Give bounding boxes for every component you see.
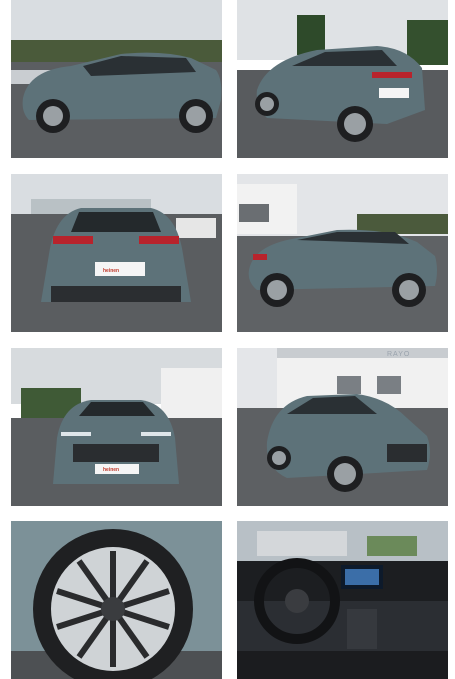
- photo-front-view[interactable]: heinen: [11, 348, 222, 506]
- photo-side-rear-view[interactable]: [237, 174, 448, 332]
- photo-side-view[interactable]: [11, 0, 222, 158]
- photo-rear-view[interactable]: heinen: [11, 174, 222, 332]
- front-three-quarter-image: RAYO: [237, 348, 448, 506]
- side-view-image: [11, 0, 222, 158]
- photo-rear-three-quarter[interactable]: [237, 0, 448, 158]
- photo-gallery: heinen heinen RAYO: [0, 0, 455, 679]
- front-view-image: heinen: [11, 348, 222, 506]
- photo-front-three-quarter[interactable]: RAYO: [237, 348, 448, 506]
- photo-wheel-closeup[interactable]: [11, 521, 222, 679]
- rear-plate-text: heinen: [103, 268, 119, 274]
- wheel-closeup-image: [11, 521, 222, 679]
- photo-interior[interactable]: [237, 521, 448, 679]
- building-sign-text: RAYO: [387, 351, 410, 358]
- front-plate-text: heinen: [103, 467, 119, 473]
- rear-view-image: heinen: [11, 174, 222, 332]
- rear-three-quarter-image: [237, 0, 448, 158]
- interior-image: [237, 521, 448, 679]
- side-rear-view-image: [237, 174, 448, 332]
